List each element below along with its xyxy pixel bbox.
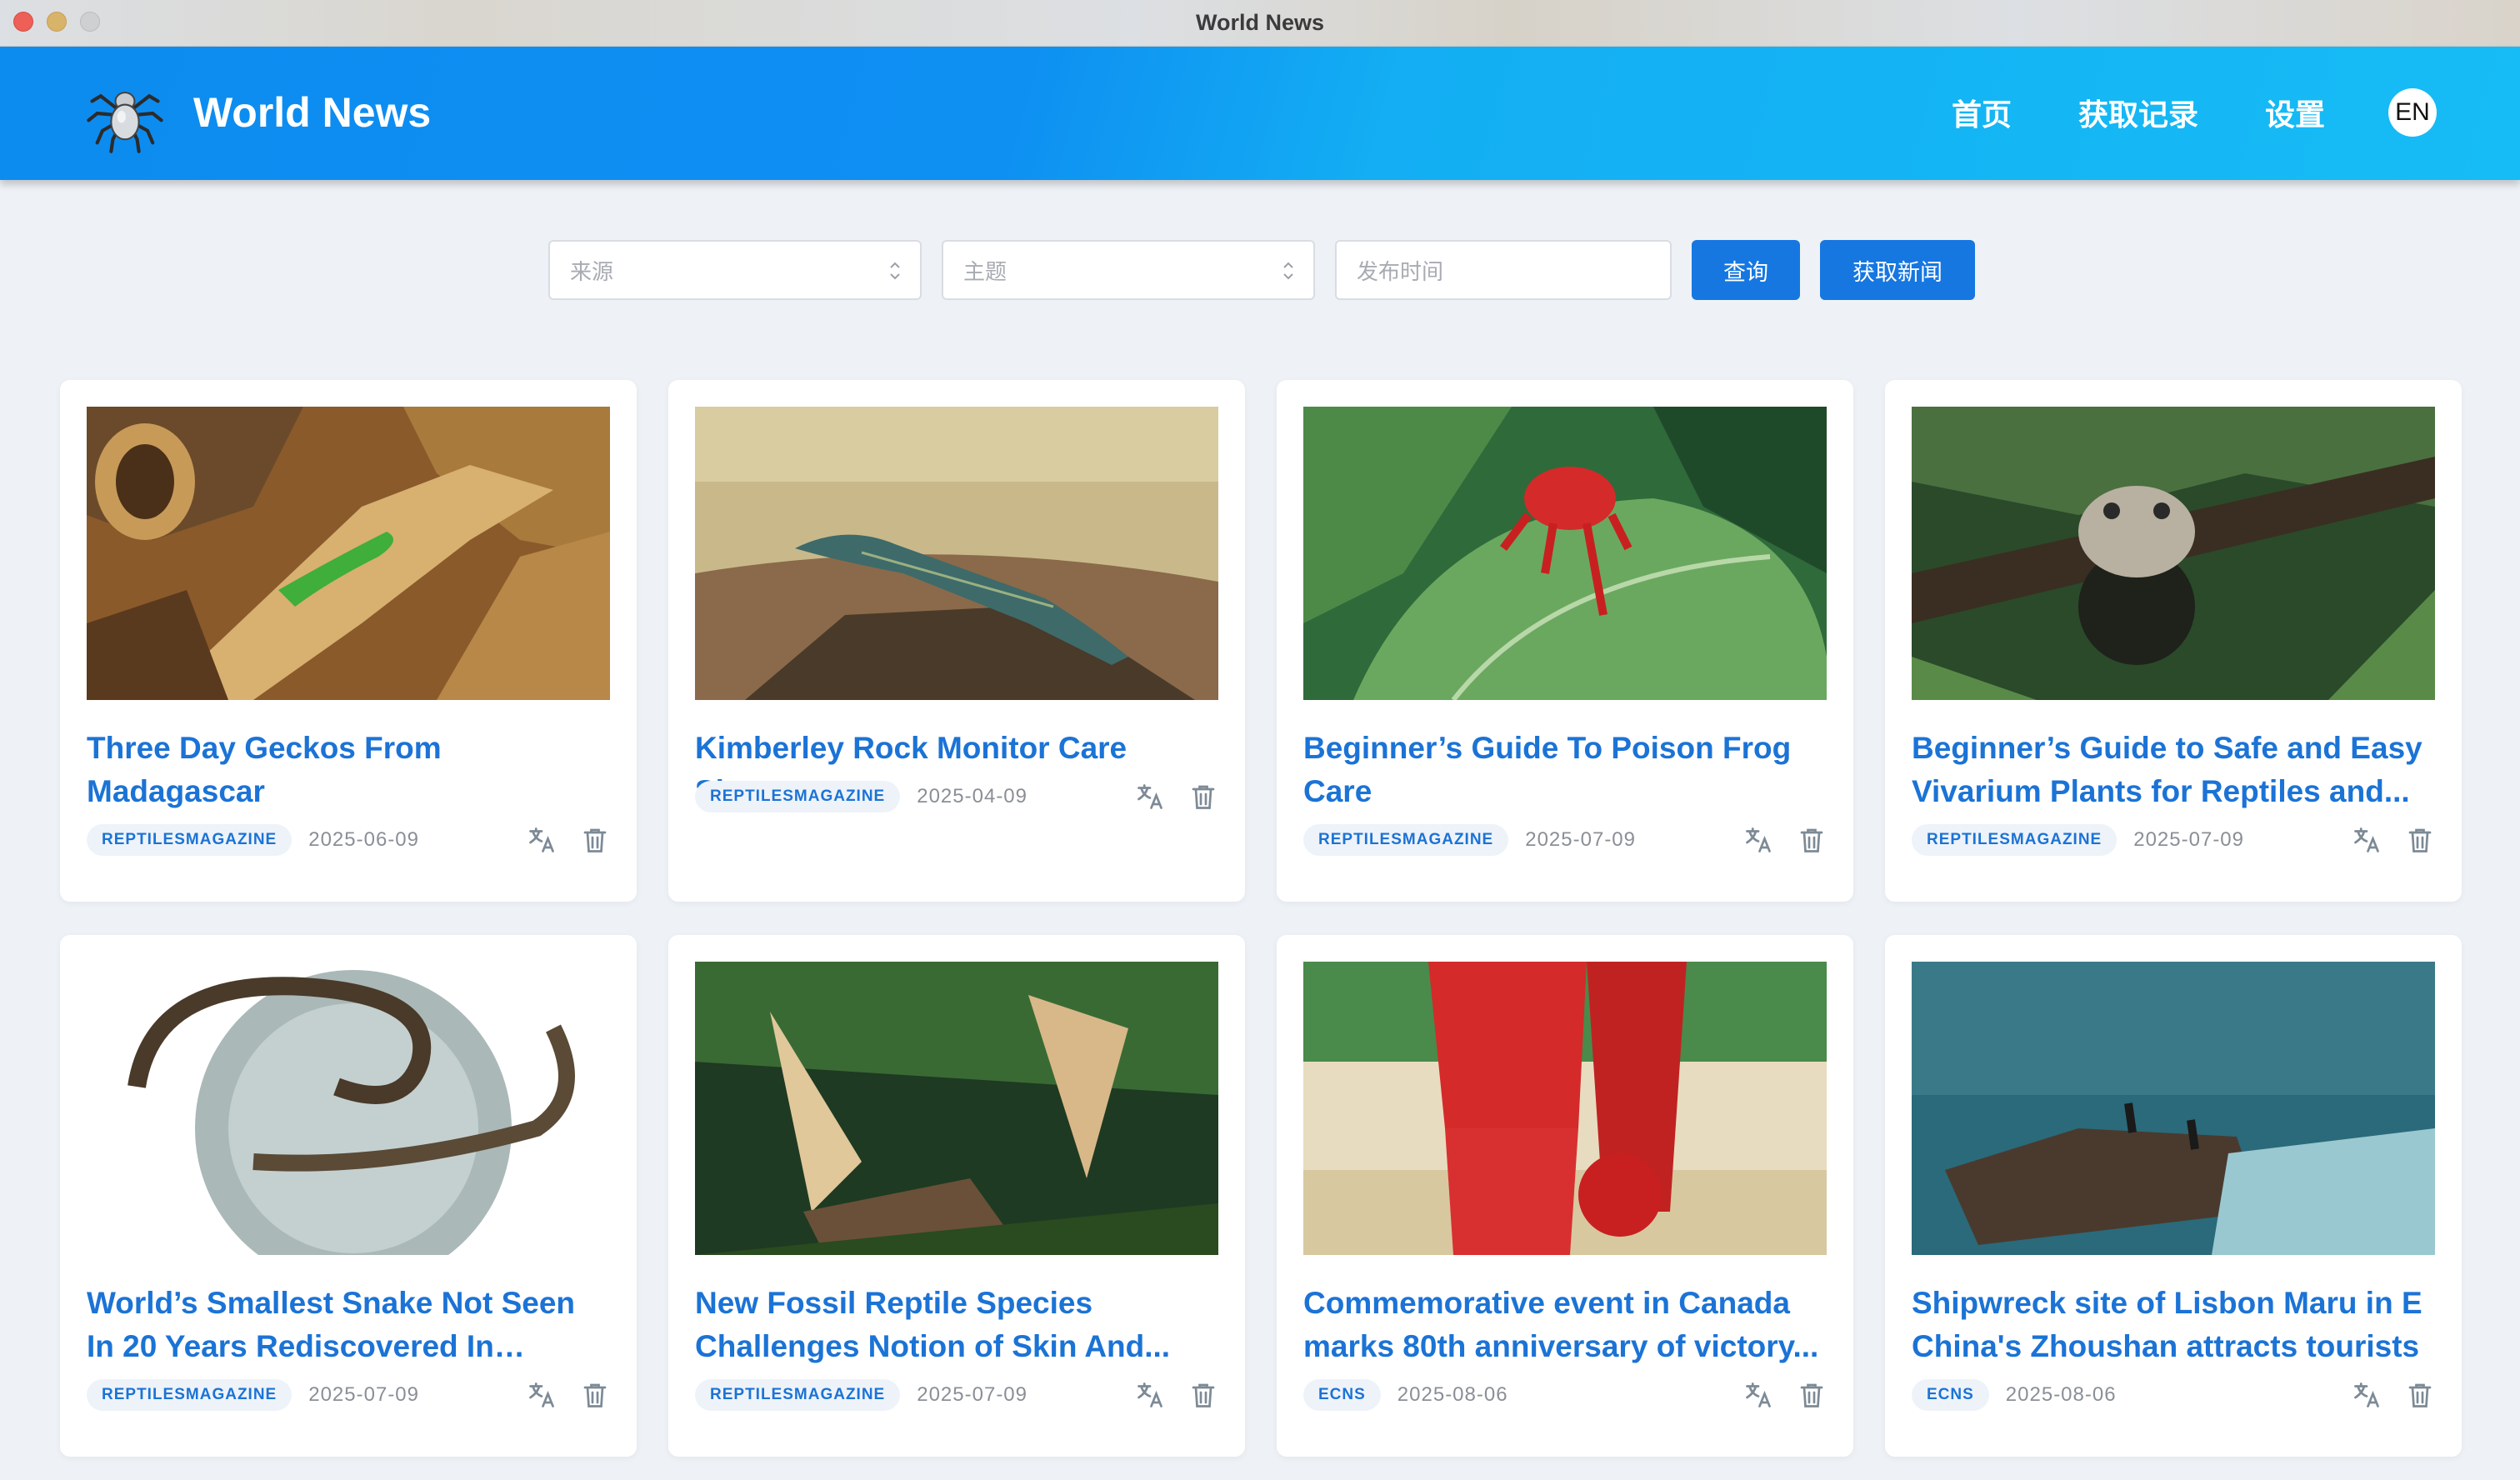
- trash-icon[interactable]: [1797, 1380, 1827, 1410]
- news-card[interactable]: Commemorative event in Canada marks 80th…: [1277, 935, 1853, 1457]
- translate-icon[interactable]: [527, 1380, 557, 1410]
- news-card-image[interactable]: [1303, 407, 1827, 700]
- news-card-meta: REPTILESMAGAZINE 2025-07-09: [87, 1378, 610, 1412]
- news-card-image[interactable]: [695, 407, 1218, 700]
- trash-icon[interactable]: [2405, 825, 2435, 855]
- news-card-image[interactable]: [1912, 407, 2435, 700]
- window-title: World News: [1195, 10, 1325, 35]
- publish-date: 2025-07-09: [1525, 828, 1636, 851]
- translate-icon[interactable]: [1135, 1380, 1165, 1410]
- select-arrows-icon: [1283, 262, 1293, 280]
- source-tag: REPTILESMAGAZINE: [1912, 824, 2118, 856]
- trash-icon[interactable]: [580, 825, 610, 855]
- source-tag: REPTILESMAGAZINE: [87, 824, 292, 856]
- translate-icon[interactable]: [1743, 825, 1773, 855]
- translate-icon[interactable]: [2352, 825, 2382, 855]
- news-card-image[interactable]: [87, 962, 610, 1255]
- publish-date: 2025-08-06: [1397, 1383, 1508, 1406]
- source-tag: REPTILESMAGAZINE: [1303, 824, 1509, 856]
- topic-select[interactable]: 主题: [942, 240, 1315, 300]
- app-header: World News 首页 获取记录 设置 EN: [0, 47, 2520, 180]
- news-card-meta: REPTILESMAGAZINE 2025-07-09: [1303, 823, 1827, 857]
- news-card-title[interactable]: Three Day Geckos From Madagascar: [87, 727, 610, 813]
- nav-settings[interactable]: 设置: [2265, 91, 2325, 134]
- publish-date: 2025-06-09: [308, 828, 419, 851]
- nav-fetch-history[interactable]: 获取记录: [2078, 91, 2198, 134]
- translate-icon[interactable]: [527, 825, 557, 855]
- news-card-title[interactable]: Shipwreck site of Lisbon Maru in E China…: [1912, 1282, 2435, 1368]
- source-tag: ECNS: [1912, 1379, 1989, 1411]
- select-arrows-icon: [890, 262, 900, 280]
- news-card[interactable]: World’s Smallest Snake Not Seen In 20 Ye…: [60, 935, 637, 1457]
- trash-icon[interactable]: [1188, 782, 1218, 812]
- trash-icon[interactable]: [2405, 1380, 2435, 1410]
- news-card-title[interactable]: Commemorative event in Canada marks 80th…: [1303, 1282, 1827, 1368]
- source-tag: ECNS: [1303, 1379, 1381, 1411]
- publish-date: 2025-08-06: [2005, 1383, 2117, 1406]
- source-tag: REPTILESMAGAZINE: [695, 1379, 901, 1411]
- fetch-news-button[interactable]: 获取新闻: [1820, 240, 1975, 300]
- news-card-meta: REPTILESMAGAZINE 2025-07-09: [695, 1378, 1218, 1412]
- news-card-meta: ECNS 2025-08-06: [1303, 1378, 1827, 1412]
- publish-date-picker[interactable]: 发布时间: [1335, 240, 1672, 300]
- language-toggle-button[interactable]: EN: [2388, 88, 2437, 137]
- source-tag: REPTILESMAGAZINE: [695, 781, 901, 812]
- filter-bar: 来源 主题 发布时间 查询 获取新闻: [548, 240, 1975, 300]
- news-card-title[interactable]: Beginner’s Guide To Poison Frog Care: [1303, 727, 1827, 813]
- publish-date-placeholder: 发布时间: [1357, 259, 1444, 285]
- news-card-image[interactable]: [1912, 962, 2435, 1255]
- news-card[interactable]: Beginner’s Guide To Poison Frog Care REP…: [1277, 380, 1853, 902]
- publish-date: 2025-04-09: [917, 785, 1028, 808]
- news-card[interactable]: Beginner’s Guide to Safe and Easy Vivari…: [1885, 380, 2462, 902]
- news-card-title[interactable]: New Fossil Reptile Species Challenges No…: [695, 1282, 1218, 1368]
- news-card-meta: ECNS 2025-08-06: [1912, 1378, 2435, 1412]
- news-card-image[interactable]: [87, 407, 610, 700]
- translate-icon[interactable]: [2352, 1380, 2382, 1410]
- source-select[interactable]: 来源: [548, 240, 922, 300]
- translate-icon[interactable]: [1743, 1380, 1773, 1410]
- trash-icon[interactable]: [580, 1380, 610, 1410]
- source-select-placeholder: 来源: [570, 259, 614, 285]
- publish-date: 2025-07-09: [917, 1383, 1028, 1406]
- main-nav: 首页 获取记录 设置 EN: [1952, 88, 2437, 137]
- app-brand-title: World News: [193, 89, 432, 136]
- nav-home[interactable]: 首页: [1952, 91, 2012, 134]
- topic-select-placeholder: 主题: [963, 259, 1008, 285]
- news-card[interactable]: Kimberley Rock Monitor Care Sheet REPTIL…: [668, 380, 1245, 902]
- news-card-image[interactable]: [1303, 962, 1827, 1255]
- news-card[interactable]: New Fossil Reptile Species Challenges No…: [668, 935, 1245, 1457]
- news-card-meta: REPTILESMAGAZINE 2025-04-09: [695, 780, 1218, 813]
- window-titlebar: World News: [0, 0, 2520, 47]
- news-card-title[interactable]: Beginner’s Guide to Safe and Easy Vivari…: [1912, 727, 2435, 813]
- trash-icon[interactable]: [1797, 825, 1827, 855]
- spider-logo-icon[interactable]: [82, 70, 168, 157]
- query-button[interactable]: 查询: [1692, 240, 1800, 300]
- news-card-meta: REPTILESMAGAZINE 2025-06-09: [87, 823, 610, 857]
- source-tag: REPTILESMAGAZINE: [87, 1379, 292, 1411]
- news-card[interactable]: Three Day Geckos From Madagascar REPTILE…: [60, 380, 637, 902]
- news-card-meta: REPTILESMAGAZINE 2025-07-09: [1912, 823, 2435, 857]
- publish-date: 2025-07-09: [308, 1383, 419, 1406]
- trash-icon[interactable]: [1188, 1380, 1218, 1410]
- news-card-title[interactable]: World’s Smallest Snake Not Seen In 20 Ye…: [87, 1282, 610, 1368]
- publish-date: 2025-07-09: [2133, 828, 2244, 851]
- translate-icon[interactable]: [1135, 782, 1165, 812]
- news-card-image[interactable]: [695, 962, 1218, 1255]
- news-card[interactable]: Shipwreck site of Lisbon Maru in E China…: [1885, 935, 2462, 1457]
